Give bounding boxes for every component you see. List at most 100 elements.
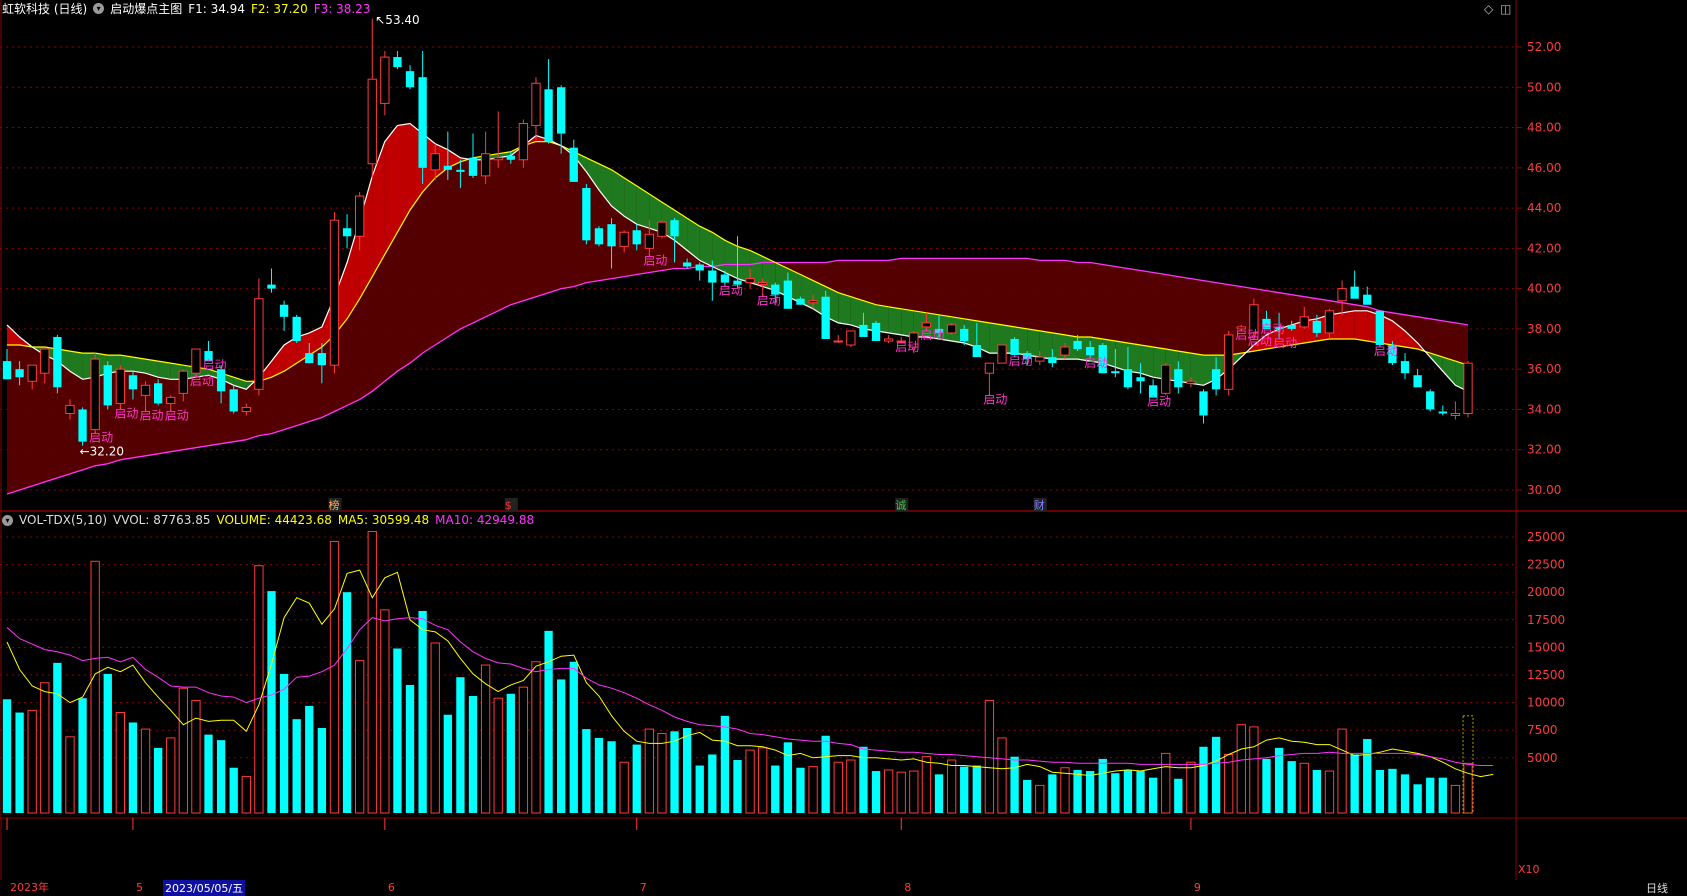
volume-bar-up — [1324, 770, 1335, 814]
volume-bar-down — [1400, 774, 1410, 813]
volume-indicator-name[interactable]: VOL-TDX(5,10) — [19, 513, 107, 527]
indicator-menu-icon[interactable]: ▾ — [93, 3, 105, 14]
band-segment — [1039, 330, 1053, 360]
volume-bar-down — [557, 679, 566, 813]
date-label: 9 — [1194, 881, 1201, 894]
candle-body-down — [468, 157, 478, 176]
volume-bar-down — [204, 734, 213, 813]
volume-bar-down — [393, 648, 402, 813]
candle-body-up — [90, 358, 100, 431]
band-segment — [1442, 357, 1456, 386]
volume-bar-up — [430, 642, 440, 814]
band-segment — [132, 357, 146, 374]
volume-bar-down — [1048, 774, 1057, 813]
band-segment — [1115, 340, 1128, 372]
volume-bar-up — [518, 686, 529, 814]
candle-body-down — [682, 262, 692, 267]
candle-body-down — [796, 298, 805, 305]
candle-body-down — [960, 328, 969, 341]
volume-bar-up — [909, 770, 919, 814]
volume-bar-up — [480, 664, 491, 814]
candle-body-up — [657, 221, 667, 237]
candle-body-up — [40, 348, 50, 374]
signal-label: 启动 — [165, 408, 189, 422]
indicator-bands — [7, 123, 1468, 494]
volume-bar-down — [972, 765, 981, 813]
candle-body-down — [1400, 361, 1410, 374]
volume-bar-up — [1299, 762, 1309, 814]
band-segment — [1127, 343, 1141, 374]
volume-bar-up — [984, 699, 995, 814]
price-axis-label: 46.00 — [1527, 161, 1561, 175]
candle-body-up — [846, 330, 856, 346]
chart-canvas[interactable]: 52.00 50.00 48.00 46.00 44.00 42.00 40.00 38.00… — [0, 0, 1687, 895]
volume-bar-up — [808, 766, 818, 814]
volume-bar-down — [405, 684, 415, 813]
volume-bar-down — [317, 727, 327, 813]
band-segment — [1190, 353, 1204, 386]
signal-label: 启动 — [89, 431, 113, 445]
candle-body-down — [1375, 310, 1384, 346]
candle-body-down — [1426, 391, 1435, 410]
candle-body-down — [544, 89, 553, 142]
volume-bar-down — [1413, 784, 1422, 813]
volume-bar-down — [78, 698, 87, 813]
candle-body-down — [456, 169, 465, 172]
candle-body-down — [393, 57, 402, 68]
price-axis-label: 44.00 — [1527, 201, 1561, 215]
candle-body-down — [216, 369, 226, 392]
diamond-icon[interactable]: ◇ — [1484, 2, 1493, 16]
signal-label: 启动 — [1084, 356, 1108, 370]
volume-bar-up — [846, 759, 856, 814]
candle-body-up — [883, 338, 894, 342]
volume-bar-up — [921, 756, 932, 814]
stock-title[interactable]: 虹软科技 (日线) — [2, 0, 87, 17]
event-marker: 财 — [1034, 498, 1045, 512]
base-band — [7, 123, 1468, 494]
volume-bar-down — [1375, 769, 1384, 813]
candle-body-down — [1111, 371, 1120, 374]
price-axis-label: 32.00 — [1527, 443, 1561, 457]
price-axis-label: 48.00 — [1527, 121, 1561, 135]
volume-bar-up — [758, 747, 768, 814]
candle-body-down — [78, 409, 87, 442]
candle-body-up — [354, 195, 365, 237]
candle-body-down — [670, 220, 679, 237]
window-toggle-icon[interactable]: ◫ — [1500, 2, 1511, 16]
indicator-name[interactable]: 启动爆点主图 — [110, 0, 182, 17]
volume-bar-down — [771, 765, 780, 813]
volume-bar-down — [443, 714, 452, 813]
price-axis-label: 40.00 — [1527, 282, 1561, 296]
candle-body-up — [480, 153, 491, 177]
volume-bar-down — [1287, 761, 1296, 813]
candle-body-down — [1010, 338, 1019, 356]
candle-body-down — [1174, 369, 1183, 388]
volume-bar-up — [883, 769, 894, 814]
candle-body-down — [1073, 340, 1082, 350]
volume-bar-up — [644, 728, 654, 814]
candle-body-down — [1350, 286, 1359, 299]
volume-bar-up — [166, 737, 176, 814]
volume-bar-up — [380, 609, 390, 814]
signal-label: 启动 — [643, 253, 667, 267]
low-price-label: ←32.20 — [80, 445, 124, 459]
candle-body-down — [695, 264, 704, 271]
period-label[interactable]: 日线 — [1646, 880, 1668, 896]
f3-value: F3: 38.23 — [313, 1, 371, 16]
volume-bar-down — [544, 630, 553, 813]
volume-bar-down — [342, 592, 352, 813]
price-axis-label: 38.00 — [1527, 322, 1561, 336]
candle-body-up — [191, 348, 201, 374]
band-segment — [850, 296, 864, 329]
candle-body-up — [178, 370, 188, 394]
candle-body-up — [254, 298, 264, 390]
volume-bar-down — [1274, 747, 1284, 813]
volume-bar-down — [418, 610, 427, 813]
volume-axis-label: 12500 — [1527, 668, 1565, 682]
volume-bar-up — [191, 699, 201, 814]
candle-body-up — [808, 300, 818, 304]
volume-menu-icon[interactable]: ▾ — [2, 514, 13, 526]
volume-bar-down — [1211, 736, 1221, 813]
ma5-value: MA5: 30599.48 — [337, 513, 430, 527]
volume-bar-down — [128, 722, 138, 813]
